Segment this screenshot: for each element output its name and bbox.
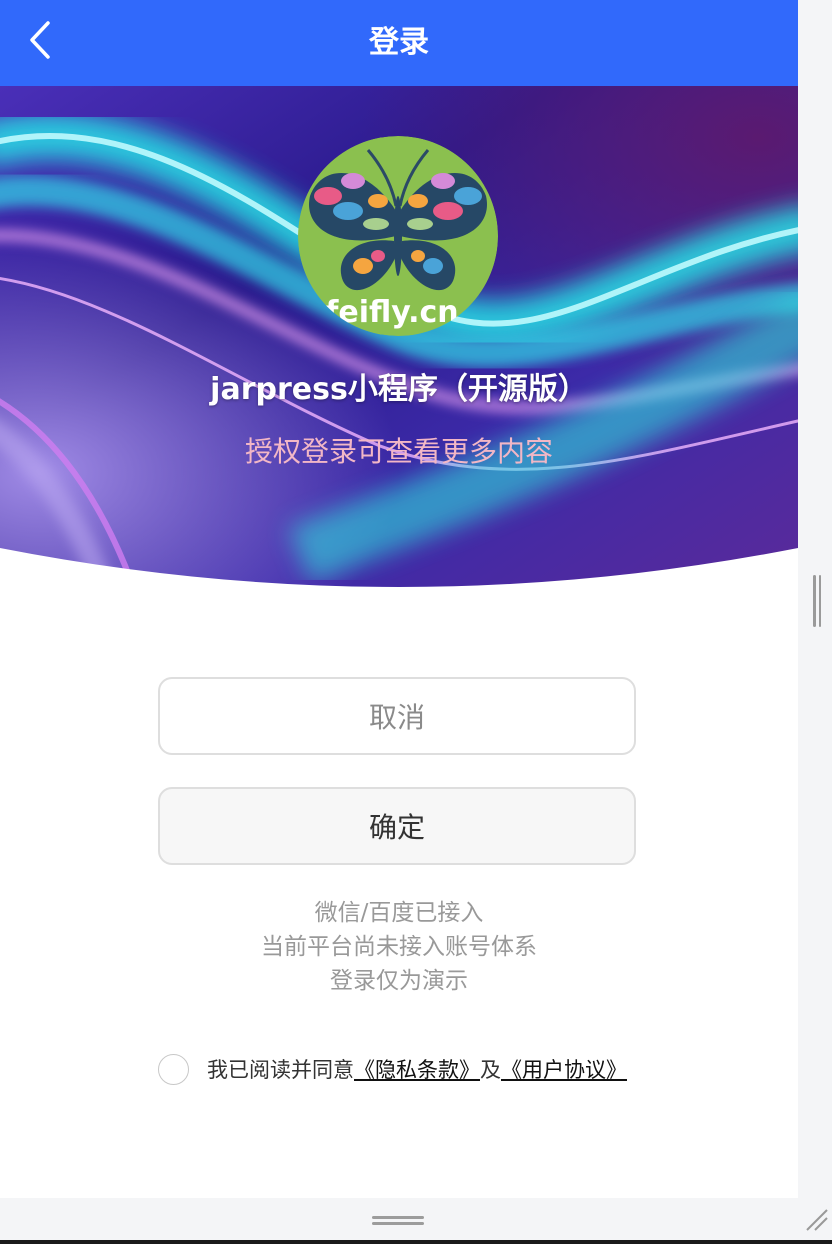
note-line-3: 登录仅为演示 [330,968,468,994]
app-logo: feifly.cn [298,136,498,336]
hero-banner: feifly.cn jarpress小程序（开源版） 授权登录可查看更多内容 [0,86,798,601]
cancel-button[interactable]: 取消 [158,677,636,755]
navbar: 登录 [0,0,798,86]
agreement-prefix: 我已阅读并同意 [207,1058,354,1082]
user-agreement-link[interactable]: 《用户协议》 [501,1054,627,1084]
page-title: 登录 [369,25,429,60]
agreement-and: 及 [480,1058,501,1082]
app-subtitle: 授权登录可查看更多内容 [244,435,553,468]
scrollbar-thumb[interactable] [813,575,821,627]
phone-viewport: 登录 feifly.cn jarpress小程序（开源版） 授权登录可查看更多内… [0,0,798,1198]
agree-checkbox[interactable] [158,1053,189,1085]
note-line-1: 微信/百度已接入 [314,900,484,926]
agreement-row: 我已阅读并同意 《隐私条款》 及 《用户协议》 [158,1052,627,1086]
privacy-policy-link[interactable]: 《隐私条款》 [354,1054,480,1084]
login-note: 微信/百度已接入 当前平台尚未接入账号体系 登录仅为演示 [0,896,798,998]
resize-grip-icon[interactable] [803,1206,829,1232]
confirm-button[interactable]: 确定 [158,787,636,865]
note-line-2: 当前平台尚未接入账号体系 [261,934,537,960]
app-name: jarpress小程序（开源版） [210,372,588,407]
window-bottom-edge [0,1240,832,1244]
drag-handle[interactable] [372,1216,424,1226]
